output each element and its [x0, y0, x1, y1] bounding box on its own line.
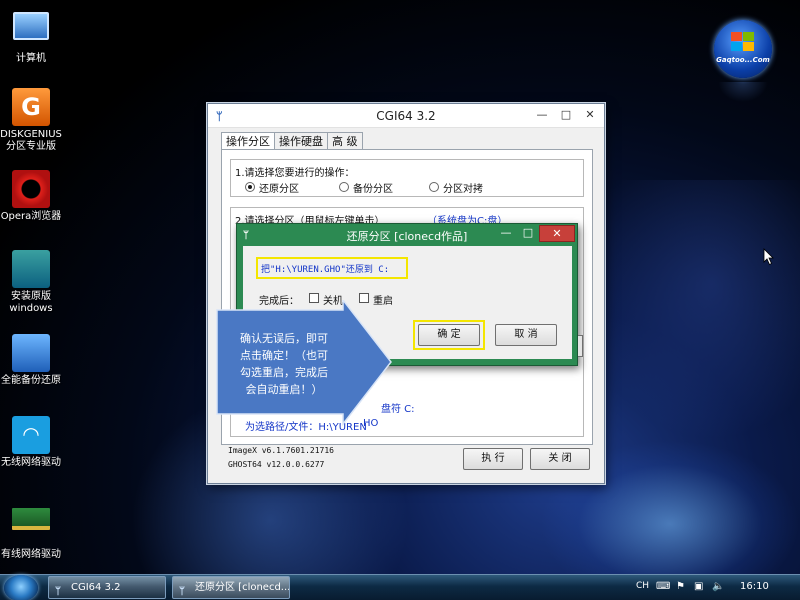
app-icon: ᛘ [179, 586, 185, 597]
desktop-icon-label: DISKGENIUS [0, 129, 62, 140]
mouse-cursor-icon [763, 248, 774, 266]
callout-line: 确认无误后，即可 [240, 332, 328, 345]
backup-restore-icon [12, 334, 50, 372]
tab-disk[interactable]: 操作硬盘 [274, 132, 328, 150]
maximize-button[interactable]: □ [556, 107, 576, 123]
ok-button[interactable]: 确 定 [418, 324, 480, 346]
option-backup-label: 备份分区 [353, 184, 393, 195]
tab-advanced[interactable]: 高 级 [327, 132, 363, 150]
window-titlebar[interactable]: ᛘ CGI64 3.2 — □ ✕ [208, 104, 604, 128]
desktop-icon-label: 分区专业版 [6, 141, 56, 152]
desktop-icon-label: 全能备份还原 [1, 375, 61, 386]
minimize-button[interactable]: — [532, 107, 552, 123]
desktop-icon-wifi-driver[interactable]: ◠ 无线网络驱动 [0, 416, 62, 469]
dialog-message: 把"H:\YUREN.GHO"还原到 C: [261, 265, 390, 275]
desktop-icon-label: windows [9, 303, 53, 314]
desktop-glow [580, 180, 800, 440]
execute-button[interactable]: 执 行 [463, 448, 523, 470]
language-indicator[interactable]: CH [636, 581, 649, 591]
desktop-icon-nic-driver[interactable]: 有线网络驱动 [0, 498, 62, 561]
close-window-button[interactable]: 关 闭 [530, 448, 590, 470]
radio-backup[interactable] [339, 182, 349, 192]
desktop-icon-label: 有线网络驱动 [1, 549, 61, 560]
option-restore-label: 还原分区 [259, 184, 299, 195]
imagex-version: ImageX v6.1.7601.21716 [228, 446, 334, 455]
desktop-icon-opera[interactable]: Opera浏览器 [0, 170, 62, 223]
option-copy-label: 分区对拷 [443, 184, 483, 195]
desktop-icon-label: Opera浏览器 [0, 211, 62, 222]
app-icon: ᛘ [55, 586, 61, 597]
tab-bar: 操作分区 操作硬盘 高 级 [221, 132, 363, 151]
close-button[interactable]: ✕ [580, 107, 600, 123]
callout-line: 点击确定！（也可 [240, 349, 328, 362]
dialog-close-button[interactable]: ✕ [539, 225, 575, 242]
brand-logo: Gaqtoo...Com [714, 20, 772, 78]
ghost-version: GHOST64 v12.0.0.6277 [228, 460, 325, 469]
taskbar-item-cgi[interactable]: ᛘ CGI64 3.2 [48, 576, 166, 599]
hidden-button-edge [578, 335, 583, 357]
step1-label: 1.请选择您要进行的操作： [235, 168, 355, 179]
logo-text: Gaqtoo...Com [716, 56, 770, 64]
windows-flag-icon [731, 32, 755, 52]
callout-line: 勾选重启，完成后 [240, 366, 328, 379]
network-icon[interactable]: ▣ [694, 581, 703, 592]
wifi-icon: ◠ [12, 416, 50, 454]
flag-icon[interactable]: ⚑ [676, 581, 685, 592]
computer-icon [12, 12, 50, 50]
operation-group: 1.请选择您要进行的操作： 还原分区 备份分区 分区对拷 [230, 159, 584, 197]
desktop-icon-label: 安装原版 [11, 291, 51, 302]
dialog-minimize-button[interactable]: — [495, 226, 517, 242]
cancel-button[interactable]: 取 消 [495, 324, 557, 346]
desktop-icon-diskgenius[interactable]: G DISKGENIUS 分区专业版 [0, 88, 62, 153]
dialog-maximize-button[interactable]: □ [517, 226, 539, 242]
opera-icon [12, 170, 50, 208]
network-card-icon [12, 508, 50, 546]
taskbar: ᛘ CGI64 3.2 ᛘ 还原分区 [clonecd... CH ⌨ ⚑ ▣ … [0, 574, 800, 600]
radio-restore[interactable] [245, 182, 255, 192]
desktop-icon-label: 无线网络驱动 [1, 457, 61, 468]
start-button[interactable] [4, 575, 38, 600]
volume-icon[interactable]: 🔈 [712, 581, 724, 592]
desktop-icon-label: 计算机 [16, 53, 46, 64]
diskgenius-icon: G [12, 88, 50, 126]
radio-copy[interactable] [429, 182, 439, 192]
callout-line: 会自动重启！） [245, 383, 323, 396]
callout-text: 确认无误后，即可 点击确定！（也可 勾选重启，完成后 会自动重启！） [222, 330, 346, 398]
taskbar-item-label: 还原分区 [clonecd... [195, 582, 290, 593]
taskbar-item-restore[interactable]: ᛘ 还原分区 [clonecd... [172, 576, 290, 599]
desktop-icon-backup-restore[interactable]: 全能备份还原 [0, 334, 62, 387]
windows-install-icon [12, 250, 50, 288]
logo-reflection [718, 82, 768, 102]
taskbar-item-label: CGI64 3.2 [71, 582, 121, 593]
clock[interactable]: 16:10 [740, 581, 769, 592]
keyboard-icon[interactable]: ⌨ [656, 581, 670, 592]
desktop-icon-computer[interactable]: 计算机 [0, 6, 62, 65]
desktop-icon-install-windows[interactable]: 安装原版 windows [0, 250, 62, 315]
